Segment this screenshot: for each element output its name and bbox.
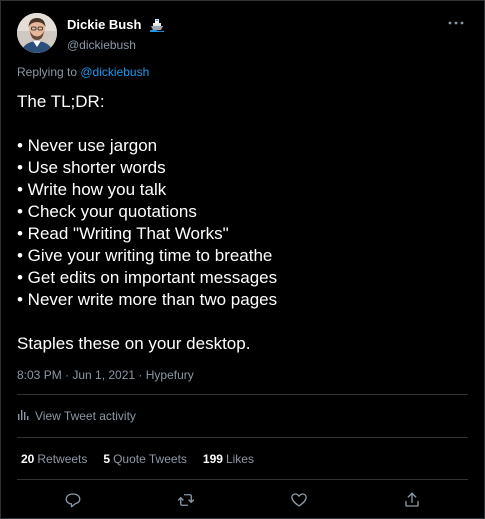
author-name[interactable]: Dickie Bush: [67, 17, 141, 32]
avatar[interactable]: [17, 13, 57, 53]
retweets-label: Retweets: [37, 452, 88, 466]
tweet-header: Dickie Bush @dickiebush: [17, 13, 468, 57]
quotes-count: 5: [103, 452, 111, 466]
author-handle[interactable]: @dickiebush: [67, 38, 164, 52]
reply-mention-link[interactable]: @dickiebush: [80, 65, 149, 79]
tweet-stats: 20 Retweets 5 Quote Tweets 199 Likes: [21, 452, 254, 466]
replying-to: Replying to @dickiebush: [17, 65, 149, 79]
tweet-line: • Get edits on important messages: [17, 268, 278, 287]
retweets-count: 20: [21, 452, 35, 466]
reply-icon[interactable]: [60, 487, 86, 513]
retweet-icon[interactable]: [173, 487, 199, 513]
tweet-line: [17, 113, 468, 135]
tweet-line: The TL;DR:: [17, 92, 105, 111]
like-icon[interactable]: [286, 487, 312, 513]
ship-emoji-icon: [149, 18, 164, 32]
more-options-icon[interactable]: [444, 13, 468, 33]
tweet-timestamp[interactable]: 8:03 PM · Jun 1, 2021 · Hypefury: [17, 368, 194, 382]
tweet-line: • Use shorter words: [17, 158, 166, 177]
tweet-line: • Write how you talk: [17, 180, 167, 199]
tweet-line: • Give your writing time to breathe: [17, 246, 273, 265]
tweet-line: • Never use jargon: [17, 136, 158, 155]
divider: [17, 479, 468, 480]
replying-prefix: Replying to: [17, 65, 81, 79]
tweet-line: • Never write more than two pages: [17, 290, 278, 309]
tweet-card: Dickie Bush @dickiebush Replying to @dic: [0, 0, 485, 519]
bar-chart-icon: [17, 408, 29, 423]
view-activity-link[interactable]: View Tweet activity: [17, 408, 136, 423]
divider: [17, 394, 468, 395]
likes-label: Likes: [225, 452, 254, 466]
likes-count: 199: [202, 452, 223, 466]
divider: [17, 437, 468, 438]
tweet-line: Staples these on your desktop.: [17, 334, 251, 353]
quotes-stat[interactable]: 5 Quote Tweets: [103, 452, 187, 466]
author-info: Dickie Bush @dickiebush: [67, 16, 164, 52]
quotes-label: Quote Tweets: [113, 452, 187, 466]
tweet-line: • Read "Writing That Works": [17, 224, 229, 243]
view-activity-label: View Tweet activity: [35, 408, 136, 423]
retweets-stat[interactable]: 20 Retweets: [21, 452, 87, 466]
likes-stat[interactable]: 199 Likes: [203, 452, 254, 466]
avatar-photo: [17, 13, 57, 53]
tweet-text: The TL;DR: • Never use jargon • Use shor…: [17, 91, 468, 355]
tweet-actions: [1, 487, 484, 513]
tweet-line: [17, 311, 468, 333]
share-icon[interactable]: [399, 487, 425, 513]
tweet-line: • Check your quotations: [17, 202, 197, 221]
